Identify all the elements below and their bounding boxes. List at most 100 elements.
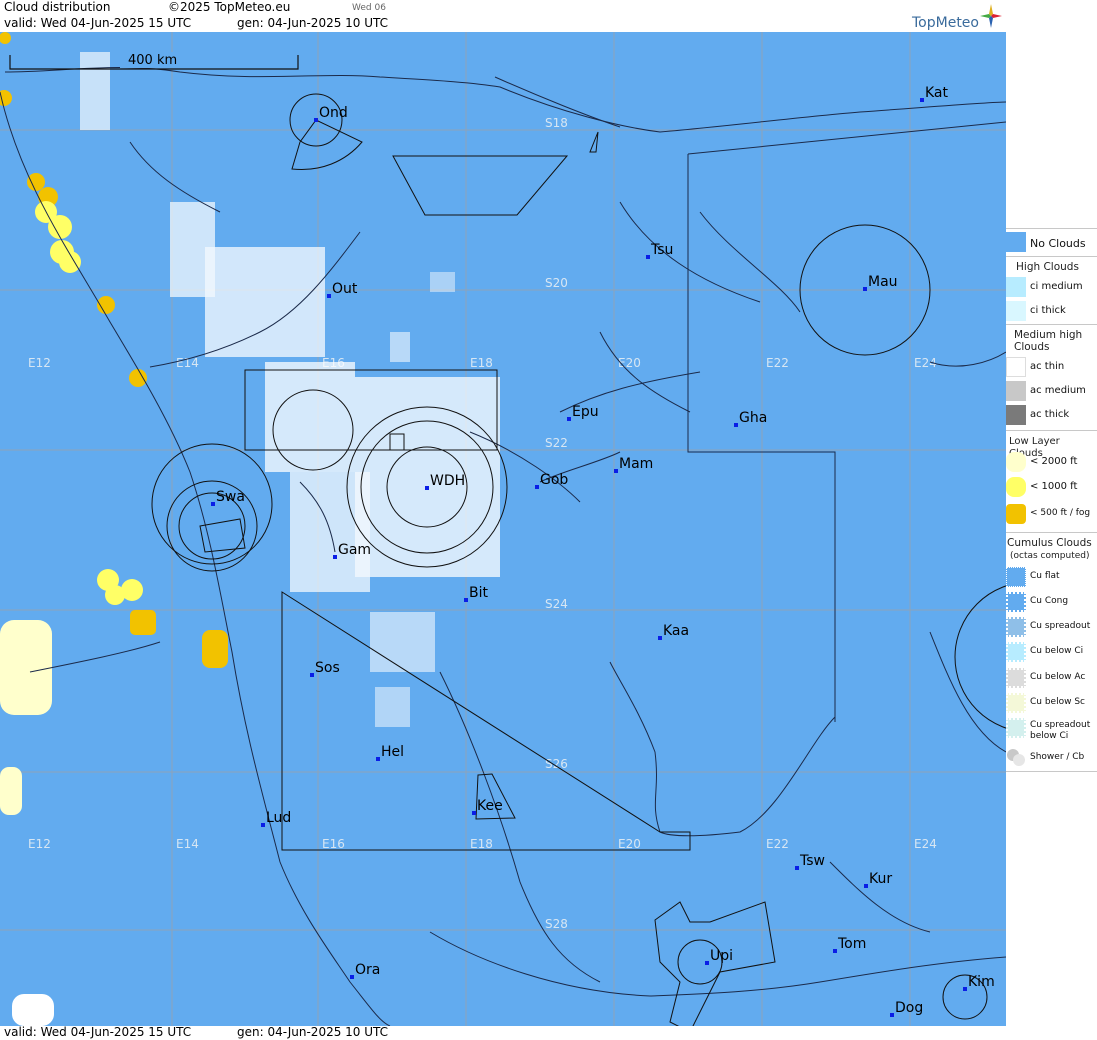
place-Upi: Upi (705, 948, 733, 965)
svg-text:Tsw: Tsw (799, 853, 825, 869)
generated-time: gen: 04-Jun-2025 10 UTC (237, 16, 389, 30)
svg-text:Sos: Sos (315, 660, 340, 676)
lon-label: E12 (28, 356, 51, 370)
cu-cong-swatch (1006, 592, 1026, 612)
low-2000-swatch (1006, 452, 1026, 472)
lat-label: S24 (545, 597, 568, 611)
svg-text:Tom: Tom (837, 936, 866, 952)
ci-thick-swatch (1006, 301, 1026, 321)
place-Tsu: Tsu (646, 242, 673, 259)
svg-text:Dog: Dog (895, 1000, 923, 1016)
legend-cu-spreadout: Cu spreadout (1006, 617, 1097, 639)
legend-shower-cb: Shower / Cb (1006, 748, 1097, 770)
svg-text:Kim: Kim (968, 974, 995, 990)
day-tab[interactable]: Wed 06 (352, 3, 386, 13)
lat-label: S18 (545, 116, 568, 130)
copyright: ©2025 TopMeteo.eu (168, 0, 291, 14)
lon-label: E22 (766, 356, 789, 370)
legend-low-1000: < 1000 ft (1006, 477, 1097, 499)
svg-text:Kur: Kur (869, 871, 892, 887)
legend-ci-thick: ci thick (1006, 301, 1097, 323)
legend-ci-medium: ci medium (1006, 277, 1097, 299)
lat-label: S20 (545, 276, 568, 290)
ci-medium-swatch (1006, 277, 1026, 297)
svg-text:Ora: Ora (355, 962, 380, 978)
lon-label: E12 (28, 837, 51, 851)
svg-text:Gob: Gob (540, 472, 568, 488)
legend-cu-below-ac: Cu below Ac (1006, 668, 1097, 690)
lon-label: E20 (618, 837, 641, 851)
low-1000-swatch (1006, 477, 1026, 497)
place-Kim: Kim (963, 974, 995, 991)
svg-text:WDH: WDH (430, 473, 465, 489)
svg-text:Epu: Epu (572, 404, 599, 420)
svg-text:Mam: Mam (619, 456, 653, 472)
place-Lud: Lud (261, 810, 291, 827)
svg-text:Kat: Kat (925, 85, 949, 101)
svg-text:Bit: Bit (469, 585, 488, 601)
ac-thin-swatch (1006, 357, 1026, 377)
place-Tom: Tom (833, 936, 866, 953)
cu-below-ac-swatch (1006, 668, 1026, 688)
lat-label: S22 (545, 436, 568, 450)
footer-generated-time: gen: 04-Jun-2025 10 UTC (237, 1025, 389, 1039)
place-Gha: Gha (734, 410, 767, 427)
place-Ond: Ond (314, 105, 348, 122)
place-Sos: Sos (310, 660, 340, 677)
lon-label: E24 (914, 837, 937, 851)
legend-cu-below-ci: Cu below Ci (1006, 642, 1097, 664)
scale-bar-label: 400 km (128, 53, 177, 68)
svg-text:Kee: Kee (477, 798, 503, 814)
low-500-swatch (1006, 504, 1026, 524)
cu-below-ci-swatch (1006, 642, 1026, 662)
svg-text:Kaa: Kaa (663, 623, 689, 639)
place-Gam: Gam (333, 542, 371, 559)
lat-label: S28 (545, 917, 568, 931)
place-Mau: Mau (863, 274, 898, 291)
svg-text:Upi: Upi (710, 948, 733, 964)
svg-text:Gha: Gha (739, 410, 767, 426)
cu-spreadout-swatch (1006, 617, 1026, 637)
legend-medium-clouds-title: Medium high Clouds (1014, 329, 1083, 353)
svg-text:Mau: Mau (868, 274, 898, 290)
svg-text:Ond: Ond (319, 105, 348, 121)
svg-text:Lud: Lud (266, 810, 291, 826)
place-Gob: Gob (535, 472, 568, 489)
legend-cu-below-sc: Cu below Sc (1006, 693, 1097, 715)
svg-text:Tsu: Tsu (650, 242, 673, 258)
svg-text:Hel: Hel (381, 744, 404, 760)
legend-ac-thick: ac thick (1006, 405, 1097, 427)
place-Kee: Kee (472, 798, 503, 815)
cloud-map[interactable]: E12 E14 E16 E18 E20 E22 E24 E12 E14 E16 … (0, 32, 1006, 1026)
lon-label: E22 (766, 837, 789, 851)
svg-text:Swa: Swa (216, 489, 245, 505)
place-Kur: Kur (864, 871, 892, 888)
legend-ac-medium: ac medium (1006, 381, 1097, 403)
header-bar: Cloud distribution ©2025 TopMeteo.eu Wed… (0, 0, 1006, 32)
lon-label: E18 (470, 837, 493, 851)
legend-low-500: < 500 ft / fog (1006, 504, 1097, 526)
cu-flat-swatch (1006, 567, 1026, 587)
lat-label: S26 (545, 757, 568, 771)
footer-bar: valid: Wed 04-Jun-2025 15 UTC gen: 04-Ju… (0, 1025, 1006, 1040)
place-Mam: Mam (614, 456, 653, 473)
place-Swa: Swa (211, 489, 245, 506)
lon-label: E20 (618, 356, 641, 370)
map-background (0, 32, 1006, 1026)
svg-text:Out: Out (332, 281, 358, 297)
legend-cu-spreadout-below-ci: Cu spreadout below Ci (1006, 718, 1097, 746)
svg-text:Gam: Gam (338, 542, 371, 558)
place-WDH: WDH (425, 473, 465, 490)
legend-low-2000: < 2000 ft (1006, 452, 1097, 474)
place-Ora: Ora (350, 962, 380, 979)
legend-no-clouds: No Clouds (1006, 232, 1097, 254)
no-clouds-swatch (1006, 232, 1026, 252)
place-Tsw: Tsw (795, 853, 825, 870)
ac-thick-swatch (1006, 405, 1026, 425)
chart-title: Cloud distribution (4, 0, 111, 14)
lon-label: E14 (176, 837, 199, 851)
brand-logo-text: TopMeteo (912, 15, 979, 31)
place-Epu: Epu (567, 404, 599, 421)
place-Dog: Dog (890, 1000, 923, 1017)
legend-high-clouds-title: High Clouds (1016, 261, 1079, 273)
